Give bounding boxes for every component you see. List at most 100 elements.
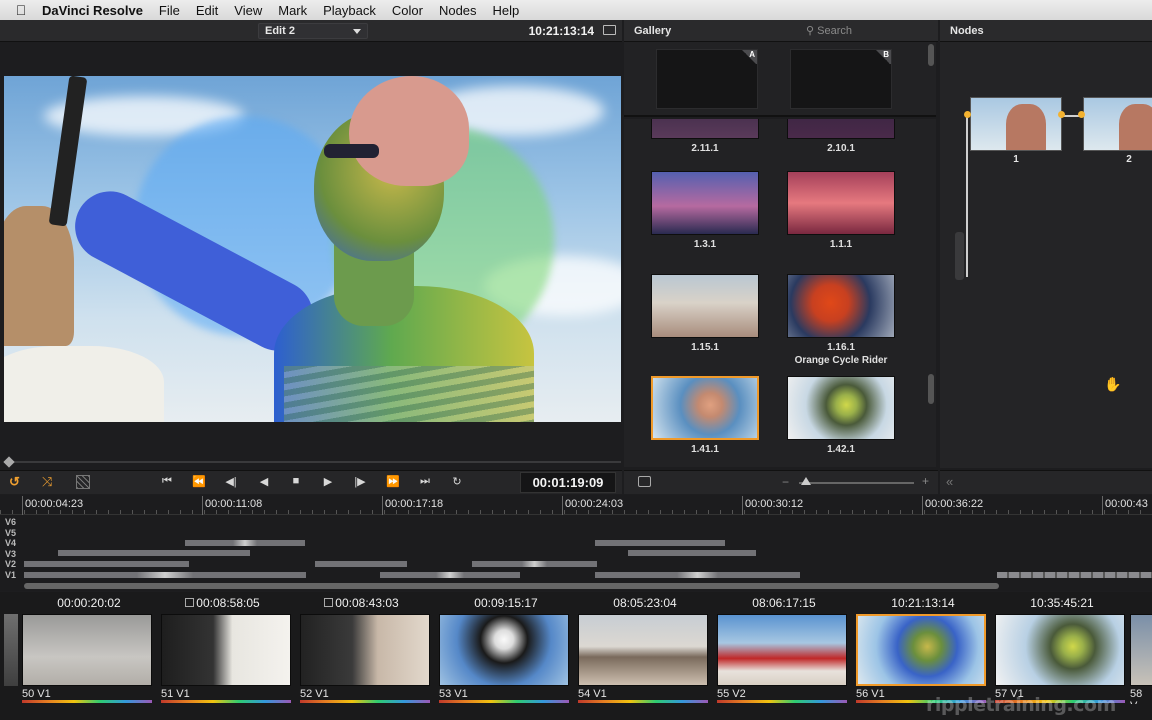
- clip-name: 56 V1: [856, 688, 885, 700]
- node-output-dot[interactable]: [1058, 111, 1065, 118]
- track-label: V3: [5, 549, 17, 559]
- zoom-out-icon[interactable]: −: [782, 475, 789, 489]
- shuffle-icon[interactable]: ⤨: [42, 474, 62, 490]
- track-label: V4: [5, 538, 17, 548]
- timeline-clip[interactable]: [472, 561, 597, 567]
- timeline-clip[interactable]: [595, 540, 725, 546]
- strip-clip[interactable]: 10:35:45:21 57 V1: [993, 592, 1131, 704]
- rewind-icon[interactable]: ⏪: [189, 475, 209, 488]
- gallery-scrollbar[interactable]: [928, 374, 934, 404]
- app-menu[interactable]: DaVinci Resolve: [42, 3, 143, 18]
- strip-clip-partial[interactable]: [4, 614, 18, 686]
- node-connection: [966, 117, 968, 277]
- ruler-tick: 00:00:36:22: [921, 496, 984, 515]
- viewer-image[interactable]: [4, 76, 621, 422]
- node-label: 2: [1126, 154, 1132, 165]
- reverse-play-icon[interactable]: ◀: [254, 475, 274, 488]
- hand-cursor-icon: ✋: [1104, 376, 1122, 392]
- highlight-icon[interactable]: [76, 475, 90, 489]
- clip-thumbnail: [300, 614, 430, 686]
- playhead-handle[interactable]: [3, 456, 15, 468]
- go-to-end-icon[interactable]: ⏭: [415, 475, 435, 488]
- strip-clip[interactable]: 08:06:17:15 55 V2: [715, 592, 853, 704]
- still-thumbnail: [651, 376, 759, 440]
- strip-clip[interactable]: 08:05:23:04 54 V1: [576, 592, 714, 704]
- timeline-clip[interactable]: [185, 540, 305, 546]
- mini-timeline[interactable]: 00:00:04:23 00:00:11:08 00:00:17:18 00:0…: [0, 495, 1152, 591]
- still-item[interactable]: 1.16.1 Orange Cycle Rider: [786, 274, 896, 366]
- bypass-icon[interactable]: ↺: [9, 474, 29, 490]
- timeline-clip[interactable]: [24, 572, 306, 578]
- timeline-clip[interactable]: [595, 572, 800, 578]
- memory-slot-b[interactable]: B: [790, 49, 892, 109]
- still-item[interactable]: 1.3.1: [650, 171, 760, 250]
- still-label: 2.10.1: [827, 143, 855, 154]
- timeline-clip[interactable]: [997, 572, 1152, 578]
- menu-color[interactable]: Color: [392, 3, 423, 18]
- still-item-selected[interactable]: 1.41.1: [650, 376, 760, 455]
- monitor-icon[interactable]: [603, 25, 616, 35]
- menu-playback[interactable]: Playback: [323, 3, 376, 18]
- clip-color-bar: [300, 700, 430, 703]
- gallery-top-scrollbar[interactable]: [928, 44, 934, 66]
- node-1[interactable]: 1: [970, 97, 1062, 165]
- menu-file[interactable]: File: [159, 3, 180, 18]
- viewer-scrubber[interactable]: [3, 424, 621, 468]
- node-input-dot[interactable]: [964, 111, 971, 118]
- memory-slot-a[interactable]: A: [656, 49, 758, 109]
- clip-name: 52 V1: [300, 688, 329, 700]
- ruler-tick: 00:00:04:23: [21, 496, 84, 515]
- stop-icon[interactable]: ■: [286, 475, 306, 487]
- node-editor[interactable]: 1 2: [940, 42, 1152, 468]
- still-item[interactable]: 2.11.1: [650, 119, 760, 154]
- slider-handle[interactable]: [801, 477, 811, 485]
- node-input-dot[interactable]: [1078, 111, 1085, 118]
- strip-clip[interactable]: 00:09:15:17 53 V1: [437, 592, 575, 704]
- watermark: rippletraining.com: [926, 694, 1116, 716]
- apple-icon[interactable]: : [0, 2, 42, 18]
- menu-help[interactable]: Help: [493, 3, 520, 18]
- strip-clip[interactable]: 58 V: [1128, 592, 1152, 704]
- next-frame-icon[interactable]: |▶: [350, 475, 370, 488]
- previous-frame-icon[interactable]: ◀|: [221, 475, 241, 488]
- loop-icon[interactable]: ↻: [447, 475, 467, 488]
- timeline-clip[interactable]: [24, 561, 189, 567]
- go-to-start-icon[interactable]: ⏮: [157, 475, 177, 488]
- zoom-in-icon[interactable]: +: [922, 474, 929, 488]
- timeline-scrollbar[interactable]: [24, 583, 999, 589]
- strip-clip[interactable]: 00:08:43:03 52 V1: [298, 592, 436, 704]
- still-thumbnail: [651, 274, 759, 338]
- nodes-scroll-handle[interactable]: [955, 232, 964, 280]
- timeline-ruler[interactable]: 00:00:04:23 00:00:11:08 00:00:17:18 00:0…: [0, 495, 1152, 515]
- fast-forward-icon[interactable]: ⏩: [383, 475, 403, 488]
- still-item[interactable]: 1.1.1: [786, 171, 896, 250]
- node-2[interactable]: 2: [1083, 97, 1152, 165]
- menu-nodes[interactable]: Nodes: [439, 3, 477, 18]
- double-chevron-left-icon[interactable]: «: [946, 474, 953, 489]
- clip-timecode: 00:08:43:03: [335, 596, 399, 610]
- timeline-clip[interactable]: [58, 550, 250, 556]
- clip-thumbnail: [22, 614, 152, 686]
- search-placeholder: Search: [817, 25, 852, 37]
- ruler-tick: 00:00:24:03: [561, 496, 624, 515]
- strip-clip-selected[interactable]: 10:21:13:14 56 V1: [854, 592, 992, 704]
- thumbnail-size-slider[interactable]: [799, 482, 914, 484]
- play-icon[interactable]: ▶: [318, 475, 338, 488]
- strip-clip[interactable]: 00:00:20:02 50 V1: [20, 592, 158, 704]
- still-item[interactable]: 1.42.1: [786, 376, 896, 455]
- subject-shirt: [284, 366, 534, 422]
- clip-color-bar: [578, 700, 708, 703]
- strip-clip[interactable]: 00:08:58:05 51 V1: [159, 592, 297, 704]
- timeline-clip[interactable]: [628, 550, 756, 556]
- menu-view[interactable]: View: [234, 3, 262, 18]
- still-item[interactable]: 1.15.1: [650, 274, 760, 353]
- gallery-view-icon[interactable]: [638, 476, 651, 487]
- gallery-search[interactable]: ⚲ Search: [806, 24, 852, 37]
- still-item[interactable]: 2.10.1: [786, 119, 896, 154]
- menu-mark[interactable]: Mark: [278, 3, 307, 18]
- timeline-clip[interactable]: [380, 572, 520, 578]
- timeline-select[interactable]: Edit 2: [258, 23, 368, 39]
- clip-timecode: 00:08:58:05: [196, 596, 260, 610]
- timeline-clip[interactable]: [315, 561, 407, 567]
- menu-edit[interactable]: Edit: [196, 3, 218, 18]
